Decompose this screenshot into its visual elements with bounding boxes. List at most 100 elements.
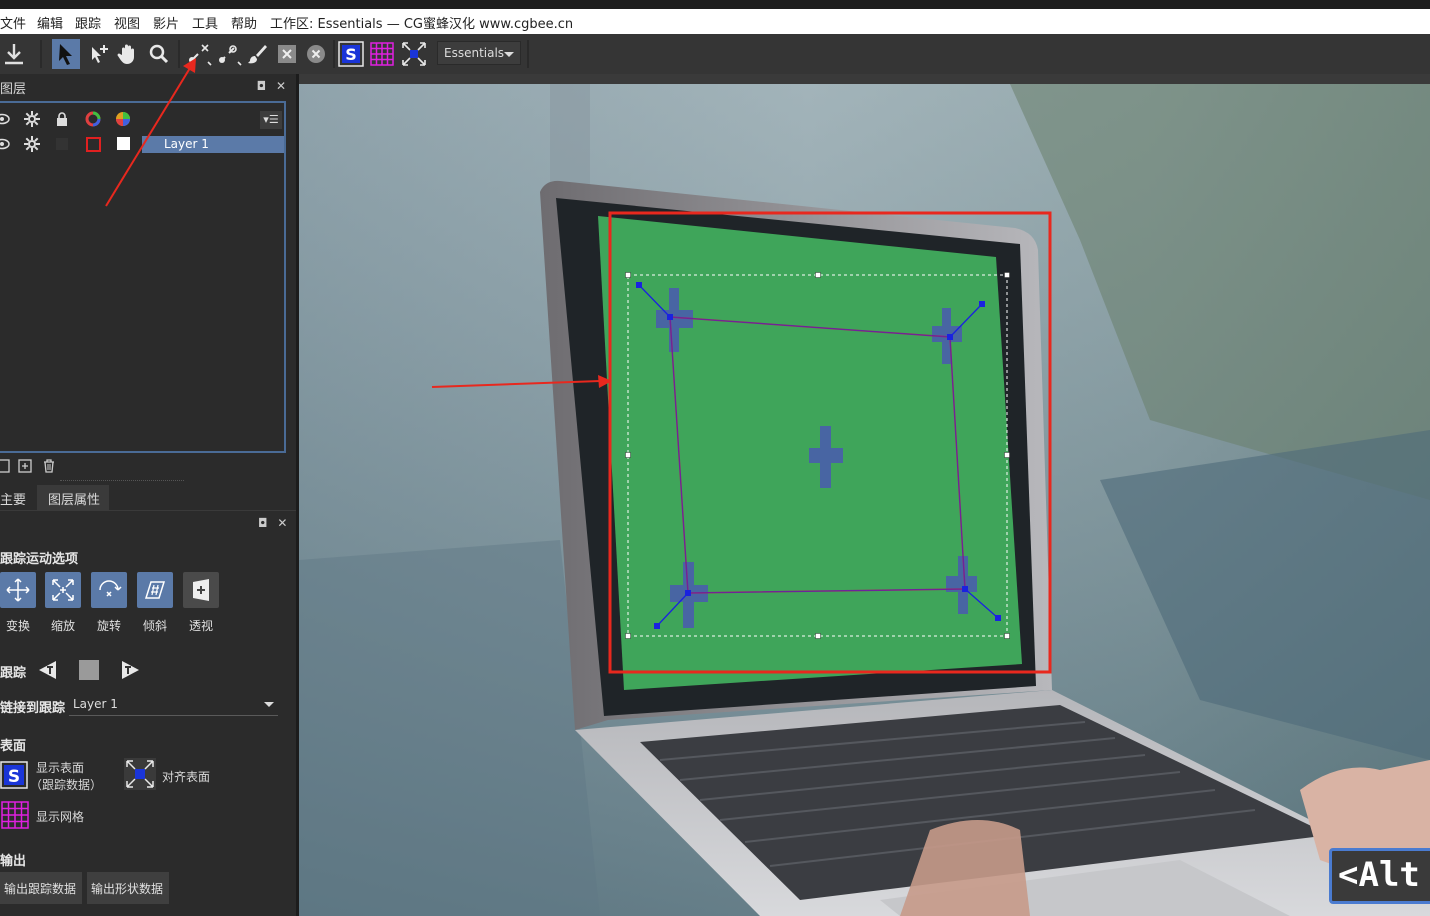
- rotate-button[interactable]: [91, 572, 127, 608]
- float-panel-icon[interactable]: ◘: [257, 79, 267, 93]
- clip-viewer[interactable]: [299, 84, 1430, 916]
- transform-label: 变换: [5, 619, 30, 633]
- perspective-label: 透视: [188, 619, 213, 633]
- skew-button[interactable]: [137, 572, 173, 608]
- menu-track[interactable]: 跟踪: [75, 13, 101, 32]
- show-surface-sublabel: （跟踪数据）: [30, 778, 103, 792]
- rotate-label: 旋转: [96, 619, 121, 633]
- menu-clip[interactable]: 影片: [153, 13, 179, 32]
- track-motion-title: 跟踪运动选项: [0, 552, 79, 567]
- layers-panel-title: 图层: [0, 82, 27, 97]
- track-backward-icon[interactable]: [37, 659, 59, 681]
- layers-menu-button[interactable]: ▾☰: [260, 111, 282, 129]
- lock-column-icon[interactable]: [56, 112, 68, 126]
- alt-key-overlay: <Alt -: [1329, 848, 1430, 904]
- workspace-title: 工作区: Essentials — CG蜜蜂汉化 www.cgbee.cn: [270, 17, 574, 32]
- layer-actions-bar: [0, 458, 296, 481]
- menu-edit[interactable]: 编辑: [37, 13, 63, 32]
- show-surface-label[interactable]: 显示表面: [36, 759, 84, 776]
- show-grid-label[interactable]: 显示网格: [36, 808, 84, 825]
- export-shape-button[interactable]: 输出形状数据: [87, 872, 169, 904]
- gear-column-icon[interactable]: [24, 111, 40, 127]
- divider: [60, 480, 184, 481]
- hand-icon[interactable]: [114, 39, 142, 69]
- menu-file[interactable]: 文件: [0, 13, 26, 32]
- chevron-down-icon: [504, 52, 514, 57]
- link-to-track-dropdown[interactable]: Layer 1: [69, 694, 278, 716]
- stop-track-button[interactable]: [79, 660, 99, 680]
- workspace-dropdown[interactable]: Essentials: [437, 41, 521, 65]
- toolbar-separator: [178, 40, 180, 68]
- link-spline-icon[interactable]: [185, 39, 213, 69]
- zoom-icon[interactable]: [145, 39, 173, 69]
- scale-label: 缩放: [50, 619, 75, 633]
- link-to-track-value: Layer 1: [73, 697, 118, 711]
- toolbar-separator: [527, 40, 529, 68]
- scale-icon: [52, 579, 74, 601]
- menu-help[interactable]: 帮助: [231, 13, 257, 32]
- visibility-toggle-icon[interactable]: [0, 138, 10, 150]
- surface-s-icon[interactable]: S: [337, 39, 365, 69]
- brush-icon[interactable]: [243, 39, 271, 69]
- x-square-icon[interactable]: [273, 39, 301, 69]
- layers-header-row: ▾☰: [0, 109, 284, 131]
- output-title: 输出: [0, 854, 27, 869]
- track-title: 跟踪: [0, 666, 27, 681]
- fill-color-column-icon[interactable]: [115, 111, 131, 127]
- divider: [0, 510, 296, 511]
- toolbar: S Essentials: [0, 34, 1430, 74]
- trash-icon[interactable]: [42, 459, 56, 473]
- close-panel-icon[interactable]: ✕: [276, 79, 286, 93]
- layer-lock-toggle[interactable]: [56, 138, 68, 150]
- color-ring-column-icon[interactable]: [85, 111, 101, 127]
- tab-main[interactable]: 主要: [0, 485, 36, 510]
- visibility-column-icon[interactable]: [0, 113, 10, 125]
- select-arrow-icon[interactable]: [52, 39, 80, 69]
- perspective-icon: [193, 579, 209, 601]
- workspace-dropdown-label: Essentials: [444, 46, 505, 60]
- menu-bar: 文件 编辑 跟踪 视图 影片 工具 帮助 工作区: Essentials — C…: [0, 9, 1430, 34]
- tab-layer-properties[interactable]: 图层属性: [37, 485, 109, 510]
- toolbar-separator: [333, 40, 335, 68]
- unlink-spline-icon[interactable]: [215, 39, 243, 69]
- export-tracking-button[interactable]: 输出跟踪数据: [0, 872, 82, 904]
- layer-spline-color-swatch[interactable]: [86, 137, 101, 152]
- menu-tools[interactable]: 工具: [192, 13, 218, 32]
- layer-fill-color-swatch[interactable]: [117, 137, 130, 150]
- float-panel-icon[interactable]: ◘: [258, 516, 268, 530]
- new-layer-icon[interactable]: [0, 459, 10, 473]
- align-surface-label[interactable]: 对齐表面: [162, 768, 210, 785]
- window-top-strip: [0, 0, 1430, 9]
- scale-button[interactable]: [45, 572, 81, 608]
- layer-name[interactable]: Layer 1: [142, 136, 284, 153]
- download-icon[interactable]: [0, 39, 28, 69]
- layers-panel-header: 图层 ◘ ✕: [0, 75, 296, 97]
- align-surface-icon[interactable]: [400, 39, 428, 69]
- clip-frame-image: [299, 84, 1430, 916]
- duplicate-layer-icon[interactable]: [18, 459, 32, 473]
- layer-gear-icon[interactable]: [24, 136, 40, 152]
- menu-view[interactable]: 视图: [114, 13, 140, 32]
- panel-header-icons: ◘ ✕: [257, 79, 286, 93]
- svg-text:S: S: [345, 45, 357, 64]
- show-grid-icon[interactable]: [1, 801, 29, 829]
- add-point-icon[interactable]: [85, 39, 113, 69]
- close-panel-icon[interactable]: ✕: [277, 516, 287, 530]
- transform-icon: [6, 578, 30, 602]
- link-to-track-label: 链接到跟踪: [0, 701, 66, 716]
- grid-icon[interactable]: [368, 39, 396, 69]
- x-circle-icon[interactable]: [302, 39, 330, 69]
- skew-label: 倾斜: [142, 619, 167, 633]
- surface-title: 表面: [0, 739, 27, 754]
- properties-tabs: 主要 图层属性: [0, 485, 296, 511]
- viewer-top-bar: [299, 74, 1430, 84]
- perspective-button[interactable]: [183, 572, 219, 608]
- layer-row[interactable]: Layer 1: [0, 134, 284, 156]
- chevron-down-icon: [264, 702, 274, 707]
- align-surface-icon[interactable]: [124, 758, 156, 790]
- transform-button[interactable]: [0, 572, 36, 608]
- toolbar-separator: [40, 40, 42, 68]
- track-forward-icon[interactable]: [119, 659, 141, 681]
- show-surface-icon[interactable]: S: [0, 760, 28, 790]
- layers-list: ▾☰ Layer 1: [0, 101, 286, 453]
